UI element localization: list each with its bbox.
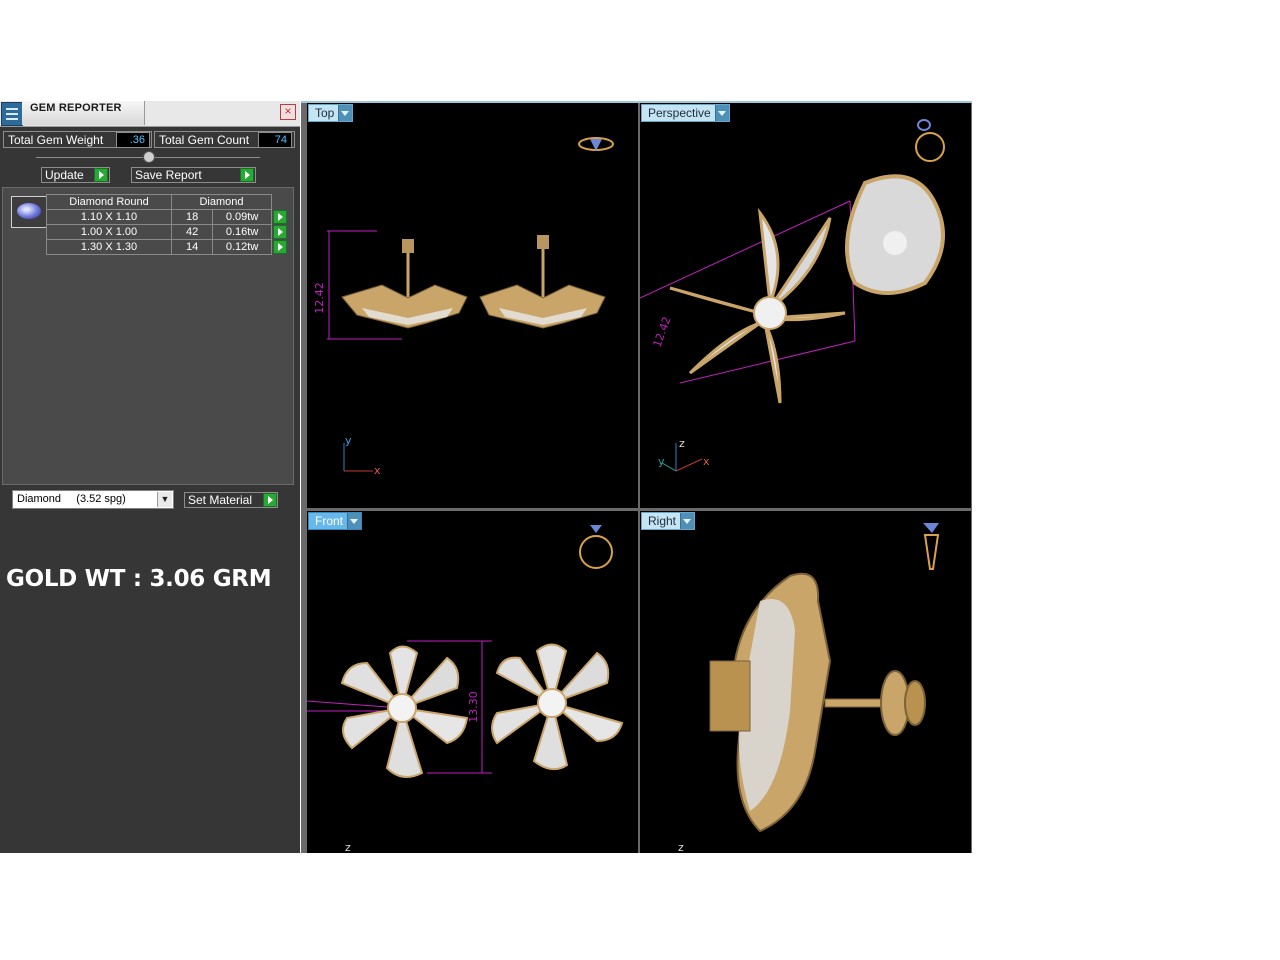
row-go-icon[interactable] [273, 210, 287, 224]
tab-front-label: Front [315, 514, 344, 528]
tab-top-label: Top [315, 106, 335, 120]
chevron-down-icon[interactable] [338, 105, 353, 121]
gold-weight-overlay: GOLD WT : 3.06 GRM [6, 566, 272, 592]
gem-table-row[interactable]: 1.00 X 1.00 42 0.16tw [46, 224, 290, 240]
chevron-down-icon[interactable] [347, 513, 362, 529]
perspective-axis-d: y [658, 455, 665, 468]
gem-row-size: 1.00 X 1.00 [46, 224, 172, 240]
chevron-down-icon[interactable] [714, 105, 729, 121]
update-go-icon[interactable] [94, 168, 108, 182]
front-dimension-label: 13.30 [467, 691, 480, 723]
top-axis-h: x [374, 464, 381, 477]
gem-row-count: 42 [170, 224, 214, 240]
perspective-dimension-label: 12.42 [651, 315, 674, 349]
gem-row-weight: 0.09tw [212, 209, 272, 225]
gem-list-area: Diamond Round Diamond 1.10 X 1.10 18 0.0… [2, 187, 294, 485]
tab-perspective-label: Perspective [648, 106, 711, 120]
chevron-down-icon[interactable]: ▼ [157, 492, 172, 507]
close-icon[interactable]: × [280, 104, 296, 120]
gem-row-count: 14 [170, 239, 214, 255]
material-select[interactable]: Diamond (3.52 spg) ▼ [12, 490, 174, 509]
update-button-label: Update [45, 168, 84, 182]
gem-table-header: Diamond Round Diamond [46, 194, 290, 210]
perspective-axis-v: z [679, 437, 685, 450]
viewport-front[interactable]: 13.30 z Front [307, 511, 638, 853]
gem-reporter-title: GEM REPORTER [30, 102, 122, 114]
perspective-axis-h: x [703, 455, 710, 468]
gem-reporter-app-icon [1, 102, 23, 126]
total-gem-count-value: 74 [258, 132, 292, 148]
total-gem-weight-value: .36 [116, 132, 150, 148]
viewport-right[interactable]: z Right [640, 511, 971, 853]
diamond-icon [17, 203, 41, 219]
tab-right-label: Right [648, 514, 677, 528]
gem-row-size: 1.10 X 1.10 [46, 209, 172, 225]
material-select-value: Diamond (3.52 spg) [17, 493, 126, 505]
perspective-view-render: 12.42 z x y [640, 119, 945, 472]
gem-table-header-shape: Diamond Round [46, 194, 172, 210]
save-report-button-label: Save Report [135, 168, 202, 182]
front-axis-v: z [345, 841, 351, 853]
save-report-button[interactable]: Save Report [131, 167, 256, 183]
gem-row-weight: 0.12tw [212, 239, 272, 255]
row-go-icon[interactable] [273, 225, 287, 239]
gem-table-row[interactable]: 1.10 X 1.10 18 0.09tw [46, 209, 290, 225]
chevron-down-icon[interactable] [680, 513, 695, 529]
top-axis-v: y [345, 434, 352, 447]
tab-top[interactable]: Top [308, 104, 354, 122]
gem-table-header-material: Diamond [171, 194, 272, 210]
set-material-go-icon[interactable] [263, 493, 277, 507]
set-material-button-label: Set Material [188, 493, 253, 507]
diamond-thumbnail[interactable] [11, 196, 47, 228]
viewport-top[interactable]: 12.42 y x Top [307, 103, 638, 508]
gem-row-count: 18 [170, 209, 214, 225]
tab-perspective[interactable]: Perspective [641, 104, 730, 122]
gem-reporter-titlebar[interactable]: GEM REPORTER × [0, 101, 300, 127]
size-slider-handle[interactable] [143, 151, 155, 163]
tab-right[interactable]: Right [641, 512, 696, 530]
gem-reporter-panel: GEM REPORTER × Total Gem Weight .36 Tota… [0, 101, 300, 853]
top-view-render: 12.42 y x [313, 137, 614, 477]
gem-reporter-tab[interactable]: GEM REPORTER [22, 101, 145, 125]
top-dimension-label: 12.42 [313, 282, 326, 314]
gem-table: Diamond Round Diamond 1.10 X 1.10 18 0.0… [46, 194, 290, 255]
right-axis-v: z [678, 841, 684, 853]
viewport-perspective[interactable]: 12.42 z x y Perspective [640, 103, 971, 508]
right-view-render: z [678, 523, 940, 853]
front-view-render: 13.30 z [307, 525, 624, 853]
gem-row-weight: 0.16tw [212, 224, 272, 240]
tab-front[interactable]: Front [308, 512, 363, 530]
row-go-icon[interactable] [273, 240, 287, 254]
gem-table-row[interactable]: 1.30 X 1.30 14 0.12tw [46, 239, 290, 255]
save-report-go-icon[interactable] [240, 168, 254, 182]
gem-row-size: 1.30 X 1.30 [46, 239, 172, 255]
